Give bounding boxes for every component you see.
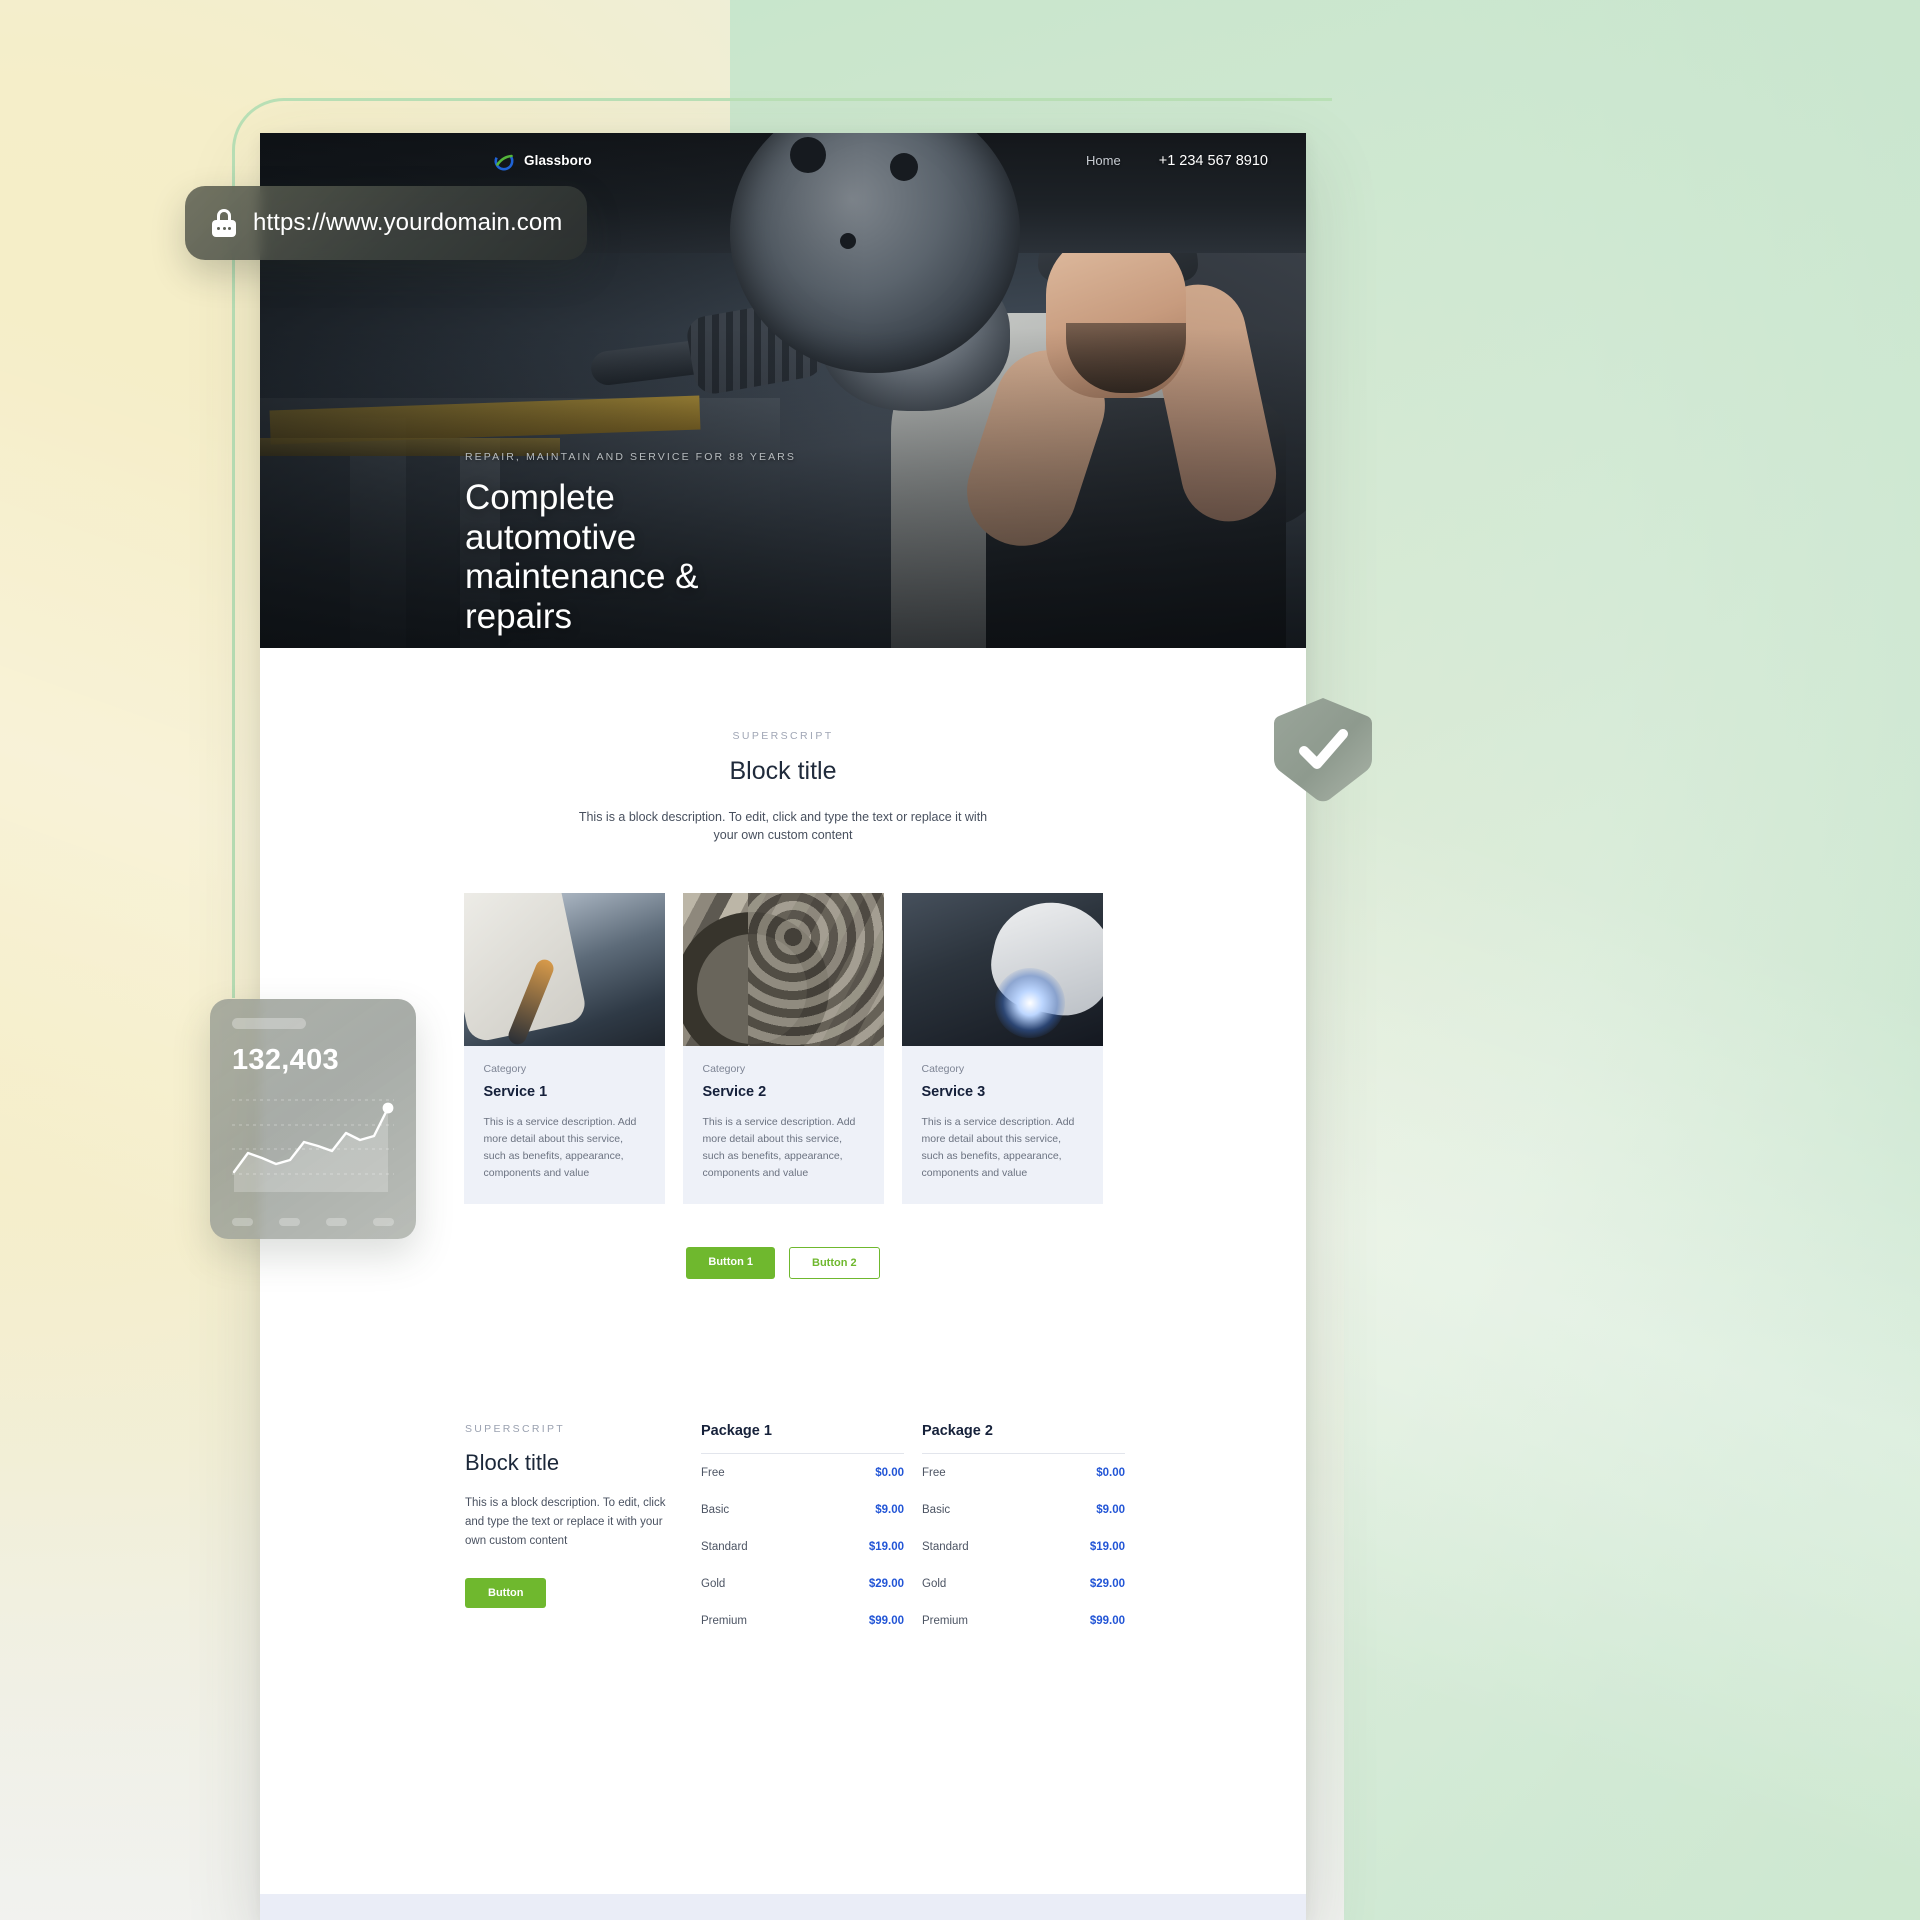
package-column: Package 1 Free $0.00 Basic $9.00 Standar… — [701, 1423, 904, 1639]
services-button-row: Button 1 Button 2 — [260, 1247, 1306, 1280]
hero-copy: REPAIR, MAINTAIN AND SERVICE FOR 88 YEAR… — [465, 451, 1025, 648]
package-row: Standard $19.00 — [922, 1528, 1125, 1565]
package-row-price: $99.00 — [868, 1615, 904, 1628]
package-row-label: Premium — [701, 1615, 748, 1628]
nav-phone-number[interactable]: +1 234 567 8910 — [1159, 153, 1268, 169]
package-row: Basic $9.00 — [701, 1491, 904, 1528]
website-preview-card: Glassboro Home +1 234 567 8910 REPAIR, M… — [260, 133, 1306, 1920]
services-block-title: Block title — [729, 757, 837, 785]
pricing-block-title: Block title — [465, 1450, 560, 1476]
pricing-section: SUPERSCRIPT Block title This is a block … — [260, 1423, 1306, 1639]
package-row-price: $0.00 — [875, 1467, 904, 1480]
hero-title: Complete automotive maintenance & repair… — [465, 478, 699, 636]
pricing-button[interactable]: Button — [465, 1578, 547, 1609]
nav-link-home[interactable]: Home — [1086, 153, 1121, 168]
button-1[interactable]: Button 1 — [686, 1247, 775, 1280]
package-row: Basic $9.00 — [922, 1491, 1125, 1528]
lock-icon — [211, 209, 237, 237]
site-footer-strip — [260, 1894, 1306, 1920]
services-block-description: This is a block description. To edit, cl… — [578, 810, 988, 843]
package-title: Package 2 — [922, 1423, 993, 1440]
package-row-price: $99.00 — [1089, 1615, 1125, 1628]
service-card-list: Category Service 1 This is a service des… — [260, 893, 1306, 1205]
stats-card-title-placeholder — [232, 1018, 306, 1029]
service-card-title: Service 3 — [921, 1084, 986, 1101]
stats-card-axis-placeholders — [232, 1218, 394, 1226]
package-row-label: Standard — [922, 1541, 969, 1554]
service-card-image — [901, 893, 1103, 1047]
brand[interactable]: Glassboro — [493, 150, 592, 172]
service-card[interactable]: Category Service 3 This is a service des… — [901, 893, 1103, 1205]
package-row-label: Standard — [701, 1541, 748, 1554]
service-card-title: Service 1 — [483, 1084, 548, 1101]
package-row: Free $0.00 — [922, 1454, 1125, 1491]
service-card-category: Category — [702, 1063, 746, 1076]
hero-superscript: REPAIR, MAINTAIN AND SERVICE FOR 88 YEAR… — [465, 451, 796, 463]
package-row: Gold $29.00 — [922, 1565, 1125, 1602]
service-card-category: Category — [483, 1063, 527, 1076]
package-title: Package 1 — [701, 1423, 772, 1440]
button-2[interactable]: Button 2 — [789, 1247, 880, 1280]
stats-card-value: 132,403 — [232, 1044, 339, 1076]
package-row-price: $9.00 — [875, 1504, 904, 1517]
services-block-heading: SUPERSCRIPT Block title This is a block … — [260, 648, 1306, 844]
service-card[interactable]: Category Service 2 This is a service des… — [682, 893, 884, 1205]
service-card-image — [682, 893, 884, 1047]
package-row: Premium $99.00 — [922, 1602, 1125, 1639]
pricing-intro: SUPERSCRIPT Block title This is a block … — [465, 1423, 701, 1639]
package-row-label: Basic — [922, 1504, 951, 1517]
hero-section: Glassboro Home +1 234 567 8910 REPAIR, M… — [260, 133, 1306, 648]
package-row: Gold $29.00 — [701, 1565, 904, 1602]
pricing-superscript: SUPERSCRIPT — [465, 1423, 565, 1436]
services-section: SUPERSCRIPT Block title This is a block … — [260, 648, 1306, 1280]
package-row-label: Gold — [922, 1578, 947, 1591]
package-row: Free $0.00 — [701, 1454, 904, 1491]
service-card-title: Service 2 — [702, 1084, 767, 1101]
package-row-price: $19.00 — [1089, 1541, 1125, 1554]
services-superscript: SUPERSCRIPT — [732, 730, 834, 742]
service-card-description: This is a service description. Add more … — [702, 1116, 856, 1180]
package-row-price: $29.00 — [1089, 1578, 1125, 1591]
package-row-price: $9.00 — [1096, 1504, 1125, 1517]
stats-card: 132,403 — [210, 999, 416, 1239]
pricing-description: This is a block description. To edit, cl… — [465, 1497, 666, 1547]
package-row-label: Gold — [701, 1578, 726, 1591]
package-row: Standard $19.00 — [701, 1528, 904, 1565]
service-card-description: This is a service description. Add more … — [921, 1116, 1075, 1180]
navbar-right: Home +1 234 567 8910 — [1086, 153, 1268, 169]
package-row-price: $0.00 — [1096, 1467, 1125, 1480]
glassboro-logo-icon — [493, 150, 515, 172]
package-list: Package 1 Free $0.00 Basic $9.00 Standar… — [701, 1423, 1306, 1639]
package-row: Premium $99.00 — [701, 1602, 904, 1639]
package-row-label: Premium — [922, 1615, 969, 1628]
line-chart — [232, 1092, 394, 1192]
shield-check-icon — [1272, 696, 1374, 804]
package-row-price: $19.00 — [868, 1541, 904, 1554]
service-card[interactable]: Category Service 1 This is a service des… — [463, 893, 665, 1205]
package-row-label: Free — [701, 1467, 725, 1480]
service-card-image — [463, 893, 665, 1047]
package-row-label: Basic — [701, 1504, 730, 1517]
service-card-description: This is a service description. Add more … — [483, 1116, 637, 1180]
package-column: Package 2 Free $0.00 Basic $9.00 Standar… — [922, 1423, 1125, 1639]
service-card-category: Category — [921, 1063, 965, 1076]
brand-name: Glassboro — [524, 153, 592, 168]
package-row-price: $29.00 — [868, 1578, 904, 1591]
site-navbar: Glassboro Home +1 234 567 8910 — [260, 133, 1306, 188]
package-row-label: Free — [922, 1467, 946, 1480]
